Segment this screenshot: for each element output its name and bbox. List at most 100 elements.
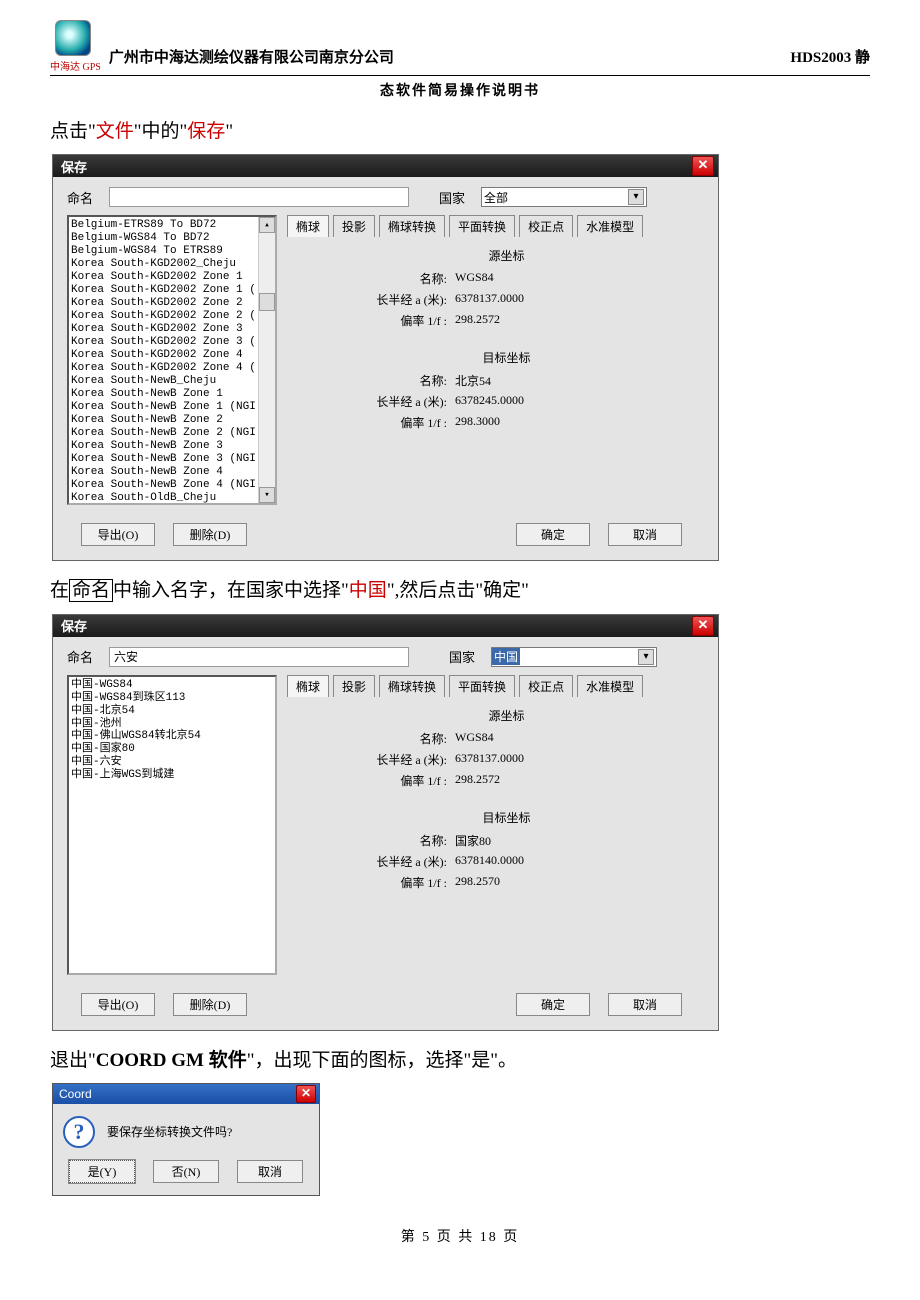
page-footer: 第 5 页 共 18 页 [50, 1226, 870, 1246]
scrollbar[interactable]: ▴ ▾ [258, 217, 275, 503]
list-item[interactable]: Korea South-KGD2002_Cheju [71, 258, 273, 271]
no-button[interactable]: 否(N) [153, 1160, 219, 1183]
tab-0[interactable]: 椭球 [287, 215, 329, 237]
list-item[interactable]: 中国-六安 [71, 756, 273, 769]
list-item[interactable]: 中国-佛山WGS84转北京54 [71, 730, 273, 743]
question-icon: ? [63, 1116, 95, 1148]
tab-row: 椭球投影椭球转换平面转换校正点水准模型 [287, 215, 706, 237]
list-item[interactable]: 中国-国家80 [71, 743, 273, 756]
src-heading: 源坐标 [307, 247, 706, 264]
ok-button[interactable]: 确定 [516, 523, 590, 546]
list-item[interactable]: Korea South-KGD2002 Zone 3 [71, 323, 273, 336]
chevron-down-icon[interactable]: ▾ [628, 189, 644, 205]
list-item[interactable]: Korea South-KGD2002 Zone 3 ( [71, 336, 273, 349]
list-item[interactable]: 中国-上海WGS到城建 [71, 769, 273, 782]
dialog-titlebar[interactable]: 保存 ✕ [53, 155, 718, 177]
close-icon[interactable]: ✕ [692, 156, 714, 176]
list-item[interactable]: Belgium-ETRS89 To BD72 [71, 219, 273, 232]
name-label: 命名 [67, 647, 99, 666]
src-a-value: 6378137.0000 [455, 751, 524, 768]
tgt-f-label: 偏率 1/f : [337, 874, 447, 891]
tab-3[interactable]: 平面转换 [449, 215, 515, 237]
tgt-f-value: 298.3000 [455, 414, 500, 431]
dialog-titlebar[interactable]: Coord ✕ [53, 1084, 319, 1104]
name-input[interactable]: 六安 [109, 647, 409, 667]
list-item[interactable]: Belgium-WGS84 To BD72 [71, 232, 273, 245]
list-item[interactable]: 中国-WGS84到珠区113 [71, 692, 273, 705]
ok-button[interactable]: 确定 [516, 993, 590, 1016]
list-item[interactable]: Korea South-NewB Zone 2 (NGI [71, 427, 273, 440]
delete-button[interactable]: 删除(D) [173, 993, 247, 1016]
list-item[interactable]: Korea South-KGD2002 Zone 1 ( [71, 284, 273, 297]
tab-2[interactable]: 椭球转换 [379, 675, 445, 697]
text-highlight: 保存 [187, 121, 225, 142]
cancel-button[interactable]: 取消 [608, 993, 682, 1016]
list-item[interactable]: Korea South-KGD2002 Zone 2 ( [71, 310, 273, 323]
list-item[interactable]: Korea South-NewB Zone 4 [71, 466, 273, 479]
page-current: 5 [422, 1230, 431, 1245]
country-select[interactable]: 全部 ▾ [481, 187, 647, 207]
save-dialog-1: 保存 ✕ 命名 国家 全部 ▾ Belgium-ETRS89 To BD72Be… [52, 154, 719, 561]
list-item[interactable]: Korea South-NewB Zone 3 (NGI [71, 453, 273, 466]
scroll-up-icon[interactable]: ▴ [259, 217, 275, 233]
scroll-down-icon[interactable]: ▾ [259, 487, 275, 503]
list-item[interactable]: 中国-WGS84 [71, 679, 273, 692]
tab-3[interactable]: 平面转换 [449, 675, 515, 697]
chevron-down-icon[interactable]: ▾ [638, 649, 654, 665]
text-boxed: 命名 [69, 579, 113, 602]
delete-button[interactable]: 删除(D) [173, 523, 247, 546]
country-label: 国家 [449, 647, 481, 666]
text: ",然后点击"确定" [387, 580, 529, 601]
list-item[interactable]: Korea South-NewB Zone 3 [71, 440, 273, 453]
src-f-value: 298.2572 [455, 312, 500, 329]
scroll-thumb[interactable] [259, 293, 275, 311]
tgt-a-label: 长半经 a (米): [337, 853, 447, 870]
tab-0[interactable]: 椭球 [287, 675, 329, 697]
list-item[interactable]: Korea South-NewB Zone 1 [71, 388, 273, 401]
src-f-label: 偏率 1/f : [337, 312, 447, 329]
tab-5[interactable]: 水准模型 [577, 675, 643, 697]
coordinate-listbox[interactable]: 中国-WGS84中国-WGS84到珠区113中国-北京54中国-池州中国-佛山W… [67, 675, 277, 975]
tab-4[interactable]: 校正点 [519, 675, 573, 697]
list-item[interactable]: Korea South-KGD2002 Zone 2 [71, 297, 273, 310]
yes-button[interactable]: 是(Y) [69, 1160, 135, 1183]
src-a-value: 6378137.0000 [455, 291, 524, 308]
save-dialog-2: 保存 ✕ 命名 六安 国家 中国 ▾ 中国-WGS84中国-WGS84到珠区11… [52, 614, 719, 1031]
export-button[interactable]: 导出(O) [81, 993, 155, 1016]
list-item[interactable]: Korea South-NewB Zone 2 [71, 414, 273, 427]
cancel-button[interactable]: 取消 [237, 1160, 303, 1183]
confirm-dialog: Coord ✕ ? 要保存坐标转换文件吗? 是(Y) 否(N) 取消 [52, 1083, 320, 1196]
tab-5[interactable]: 水准模型 [577, 215, 643, 237]
list-item[interactable]: Korea South-NewB Zone 4 (NGI [71, 479, 273, 492]
tgt-heading: 目标坐标 [307, 809, 706, 826]
page-total: 18 [480, 1230, 498, 1245]
coordinate-listbox[interactable]: Belgium-ETRS89 To BD72Belgium-WGS84 To B… [67, 215, 277, 505]
src-f-value: 298.2572 [455, 772, 500, 789]
tab-1[interactable]: 投影 [333, 215, 375, 237]
list-item[interactable]: Korea South-KGD2002 Zone 4 [71, 349, 273, 362]
close-icon[interactable]: ✕ [296, 1085, 316, 1103]
list-item[interactable]: 中国-北京54 [71, 705, 273, 718]
tab-4[interactable]: 校正点 [519, 215, 573, 237]
list-item[interactable]: Korea South-KGD2002 Zone 4 ( [71, 362, 273, 375]
tab-1[interactable]: 投影 [333, 675, 375, 697]
list-item[interactable]: 中国-池州 [71, 718, 273, 731]
export-button[interactable]: 导出(O) [81, 523, 155, 546]
src-name-label: 名称: [337, 730, 447, 747]
close-icon[interactable]: ✕ [692, 616, 714, 636]
tgt-name-label: 名称: [337, 372, 447, 389]
dialog-title: Coord [59, 1087, 92, 1101]
list-item[interactable]: Korea South-OldB_Cheju [71, 492, 273, 505]
text: 页 共 [437, 1230, 475, 1245]
name-input[interactable] [109, 187, 409, 207]
cancel-button[interactable]: 取消 [608, 523, 682, 546]
list-item[interactable]: Korea South-NewB_Cheju [71, 375, 273, 388]
list-item[interactable]: Korea South-NewB Zone 1 (NGI [71, 401, 273, 414]
list-item[interactable]: Korea South-KGD2002 Zone 1 [71, 271, 273, 284]
list-item[interactable]: Belgium-WGS84 To ETRS89 [71, 245, 273, 258]
list-item[interactable]: Korea South-OldB Zone 1 [71, 505, 273, 506]
country-select[interactable]: 中国 ▾ [491, 647, 657, 667]
tab-2[interactable]: 椭球转换 [379, 215, 445, 237]
dialog-titlebar[interactable]: 保存 ✕ [53, 615, 718, 637]
text: 中输入名字，在国家中选择" [113, 580, 349, 601]
